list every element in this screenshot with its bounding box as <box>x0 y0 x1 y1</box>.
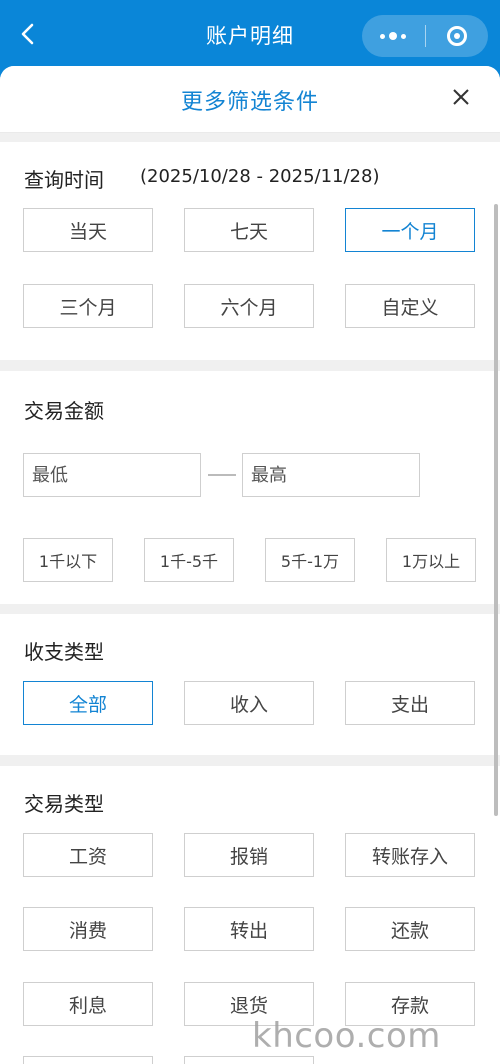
trade-amount-section: 交易金额 1千以下 1千-5千 5千-1万 1万以上 <box>0 371 500 604</box>
sheet-header: 更多筛选条件 <box>0 66 500 133</box>
query-time-section: 查询时间 (2025/10/28 - 2025/11/28) 当天 七天 一个月… <box>0 142 500 360</box>
trade-option-transfer-out[interactable]: 转出 <box>184 907 314 951</box>
amount-option-5k-10k[interactable]: 5千-1万 <box>265 538 355 582</box>
amount-option-over-10k[interactable]: 1万以上 <box>386 538 476 582</box>
filter-sheet: 更多筛选条件 查询时间 (2025/10/28 - 2025/11/28) 当天… <box>0 66 500 1064</box>
time-option-six-months[interactable]: 六个月 <box>184 284 314 328</box>
more-dots-icon <box>380 32 407 40</box>
scrollbar[interactable] <box>494 204 498 816</box>
trade-option-repayment[interactable]: 还款 <box>345 907 475 951</box>
income-type-section: 收支类型 全部 收入 支出 <box>0 614 500 755</box>
close-icon <box>453 89 469 105</box>
time-option-seven-days[interactable]: 七天 <box>184 208 314 252</box>
max-amount-input[interactable] <box>242 453 420 497</box>
trade-option-consumption[interactable]: 消费 <box>23 907 153 951</box>
time-option-today[interactable]: 当天 <box>23 208 153 252</box>
time-option-custom[interactable]: 自定义 <box>345 284 475 328</box>
close-button[interactable] <box>450 86 472 108</box>
trade-type-label: 交易类型 <box>24 792 104 816</box>
income-option-income[interactable]: 收入 <box>184 681 314 725</box>
time-option-three-months[interactable]: 三个月 <box>23 284 153 328</box>
top-app-bar: 账户明细 <box>0 0 500 68</box>
mini-program-capsule <box>362 15 488 57</box>
trade-option-more-2[interactable] <box>184 1056 314 1064</box>
sheet-title: 更多筛选条件 <box>180 90 319 115</box>
trade-amount-label: 交易金额 <box>24 399 104 423</box>
income-option-expense[interactable]: 支出 <box>345 681 475 725</box>
time-option-one-month[interactable]: 一个月 <box>345 208 475 252</box>
trade-option-reimbursement[interactable]: 报销 <box>184 833 314 877</box>
amount-option-under-1k[interactable]: 1千以下 <box>23 538 113 582</box>
min-amount-input[interactable] <box>23 453 201 497</box>
more-button[interactable] <box>362 15 425 57</box>
range-dash <box>208 474 236 476</box>
target-circle-icon <box>446 26 467 46</box>
amount-option-1k-5k[interactable]: 1千-5千 <box>144 538 234 582</box>
trade-option-interest[interactable]: 利息 <box>23 982 153 1026</box>
watermark: khcoo.com <box>252 1016 441 1056</box>
income-type-label: 收支类型 <box>24 640 104 664</box>
trade-option-more-1[interactable] <box>23 1056 153 1064</box>
query-time-range: (2025/10/28 - 2025/11/28) <box>140 166 380 187</box>
query-time-label: 查询时间 <box>24 168 104 192</box>
income-option-all[interactable]: 全部 <box>23 681 153 725</box>
trade-option-salary[interactable]: 工资 <box>23 833 153 877</box>
exit-mini-program-button[interactable] <box>426 15 489 57</box>
trade-option-transfer-in[interactable]: 转账存入 <box>345 833 475 877</box>
